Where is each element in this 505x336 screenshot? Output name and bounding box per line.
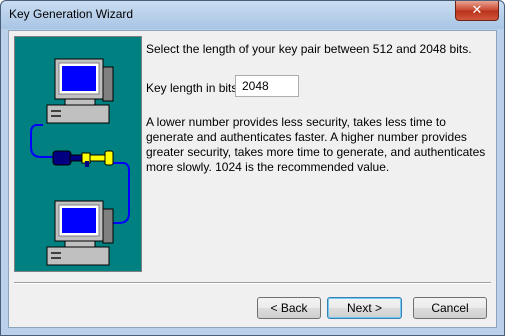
wizard-window: Key Generation Wizard ✕ Select the lengt… [0,0,505,336]
next-button[interactable]: Next > [327,297,402,319]
top-computer-icon [46,58,114,124]
close-button[interactable]: ✕ [455,1,499,21]
window-title: Key Generation Wizard [9,7,134,21]
security-description: A lower number provides less security, t… [146,115,486,174]
key-icon [52,150,114,167]
wizard-client-area: Select the length of your key pair betwe… [8,30,497,328]
divider [14,282,491,284]
key-length-input[interactable] [235,75,299,97]
cancel-button[interactable]: Cancel [413,297,487,319]
key-exchange-illustration [14,36,142,272]
back-button[interactable]: < Back [257,297,321,319]
title-bar[interactable]: Key Generation Wizard ✕ [1,1,504,29]
instruction-text: Select the length of your key pair betwe… [146,42,472,56]
key-length-label: Key length in bits: [146,81,241,95]
bottom-computer-icon [46,200,114,266]
close-icon: ✕ [471,2,483,17]
